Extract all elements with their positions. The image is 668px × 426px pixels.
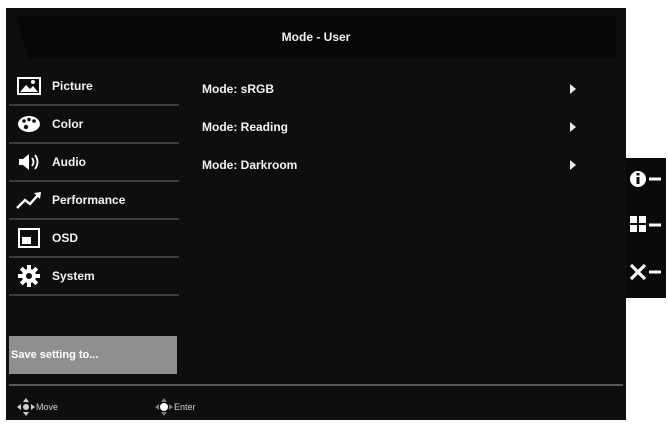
- sidebar-item-label: System: [52, 269, 95, 283]
- mode-item-darkroom[interactable]: Mode: Darkroom: [196, 146, 586, 184]
- palette-icon: [12, 111, 46, 137]
- mode-item-srgb[interactable]: Mode: sRGB: [196, 70, 586, 108]
- speaker-icon: [12, 149, 46, 175]
- osd-window-icon: [12, 225, 46, 251]
- info-icon: [629, 169, 663, 194]
- gear-icon: [12, 263, 46, 289]
- page-title: Mode - User: [281, 30, 351, 44]
- chevron-right-icon: [570, 84, 576, 94]
- mode-label: Mode: Reading: [202, 120, 288, 134]
- title-bar: Mode - User: [16, 16, 616, 58]
- sidebar-item-label: OSD: [52, 231, 79, 245]
- mode-label: Mode: sRGB: [202, 82, 274, 96]
- sidebar-item-label: Audio: [52, 155, 86, 169]
- move-hint: Move: [16, 397, 58, 417]
- menu-hotkey[interactable]: [628, 216, 664, 240]
- picture-icon: [12, 73, 46, 99]
- mode-item-reading[interactable]: Mode: Reading: [196, 108, 586, 146]
- sidebar: Picture Color Audio Performance OSD Syst…: [9, 68, 179, 296]
- move-label: Move: [36, 402, 59, 412]
- info-hotkey[interactable]: [628, 169, 664, 193]
- enter-label: Enter: [174, 402, 196, 412]
- sidebar-item-osd[interactable]: OSD: [9, 220, 179, 258]
- trend-icon: [12, 187, 46, 213]
- chevron-right-icon: [570, 160, 576, 170]
- exit-hotkey[interactable]: [628, 263, 664, 287]
- save-setting-button[interactable]: Save setting to...: [9, 336, 177, 374]
- sidebar-item-color[interactable]: Color: [9, 106, 179, 144]
- joystick-move-icon: [16, 397, 36, 417]
- footer-divider: [9, 384, 623, 386]
- mode-label: Mode: Darkroom: [202, 158, 298, 172]
- close-icon: [629, 262, 663, 287]
- sidebar-item-label: Color: [52, 117, 84, 131]
- sidebar-item-label: Performance: [52, 193, 126, 207]
- sidebar-item-audio[interactable]: Audio: [9, 144, 179, 182]
- sidebar-item-system[interactable]: System: [9, 258, 179, 296]
- chevron-right-icon: [570, 122, 576, 132]
- sidebar-item-label: Picture: [52, 79, 93, 93]
- joystick-enter-icon: [154, 397, 174, 417]
- sidebar-item-picture[interactable]: Picture: [9, 68, 179, 106]
- mode-list: Mode: sRGB Mode: Reading Mode: Darkroom: [196, 70, 586, 184]
- menu-grid-icon: [629, 215, 663, 240]
- hotkey-panel: [626, 158, 666, 298]
- sidebar-item-performance[interactable]: Performance: [9, 182, 179, 220]
- osd-menu-window: Mode - User Picture Color Audio Performa…: [6, 8, 626, 420]
- enter-hint: Enter: [154, 397, 196, 417]
